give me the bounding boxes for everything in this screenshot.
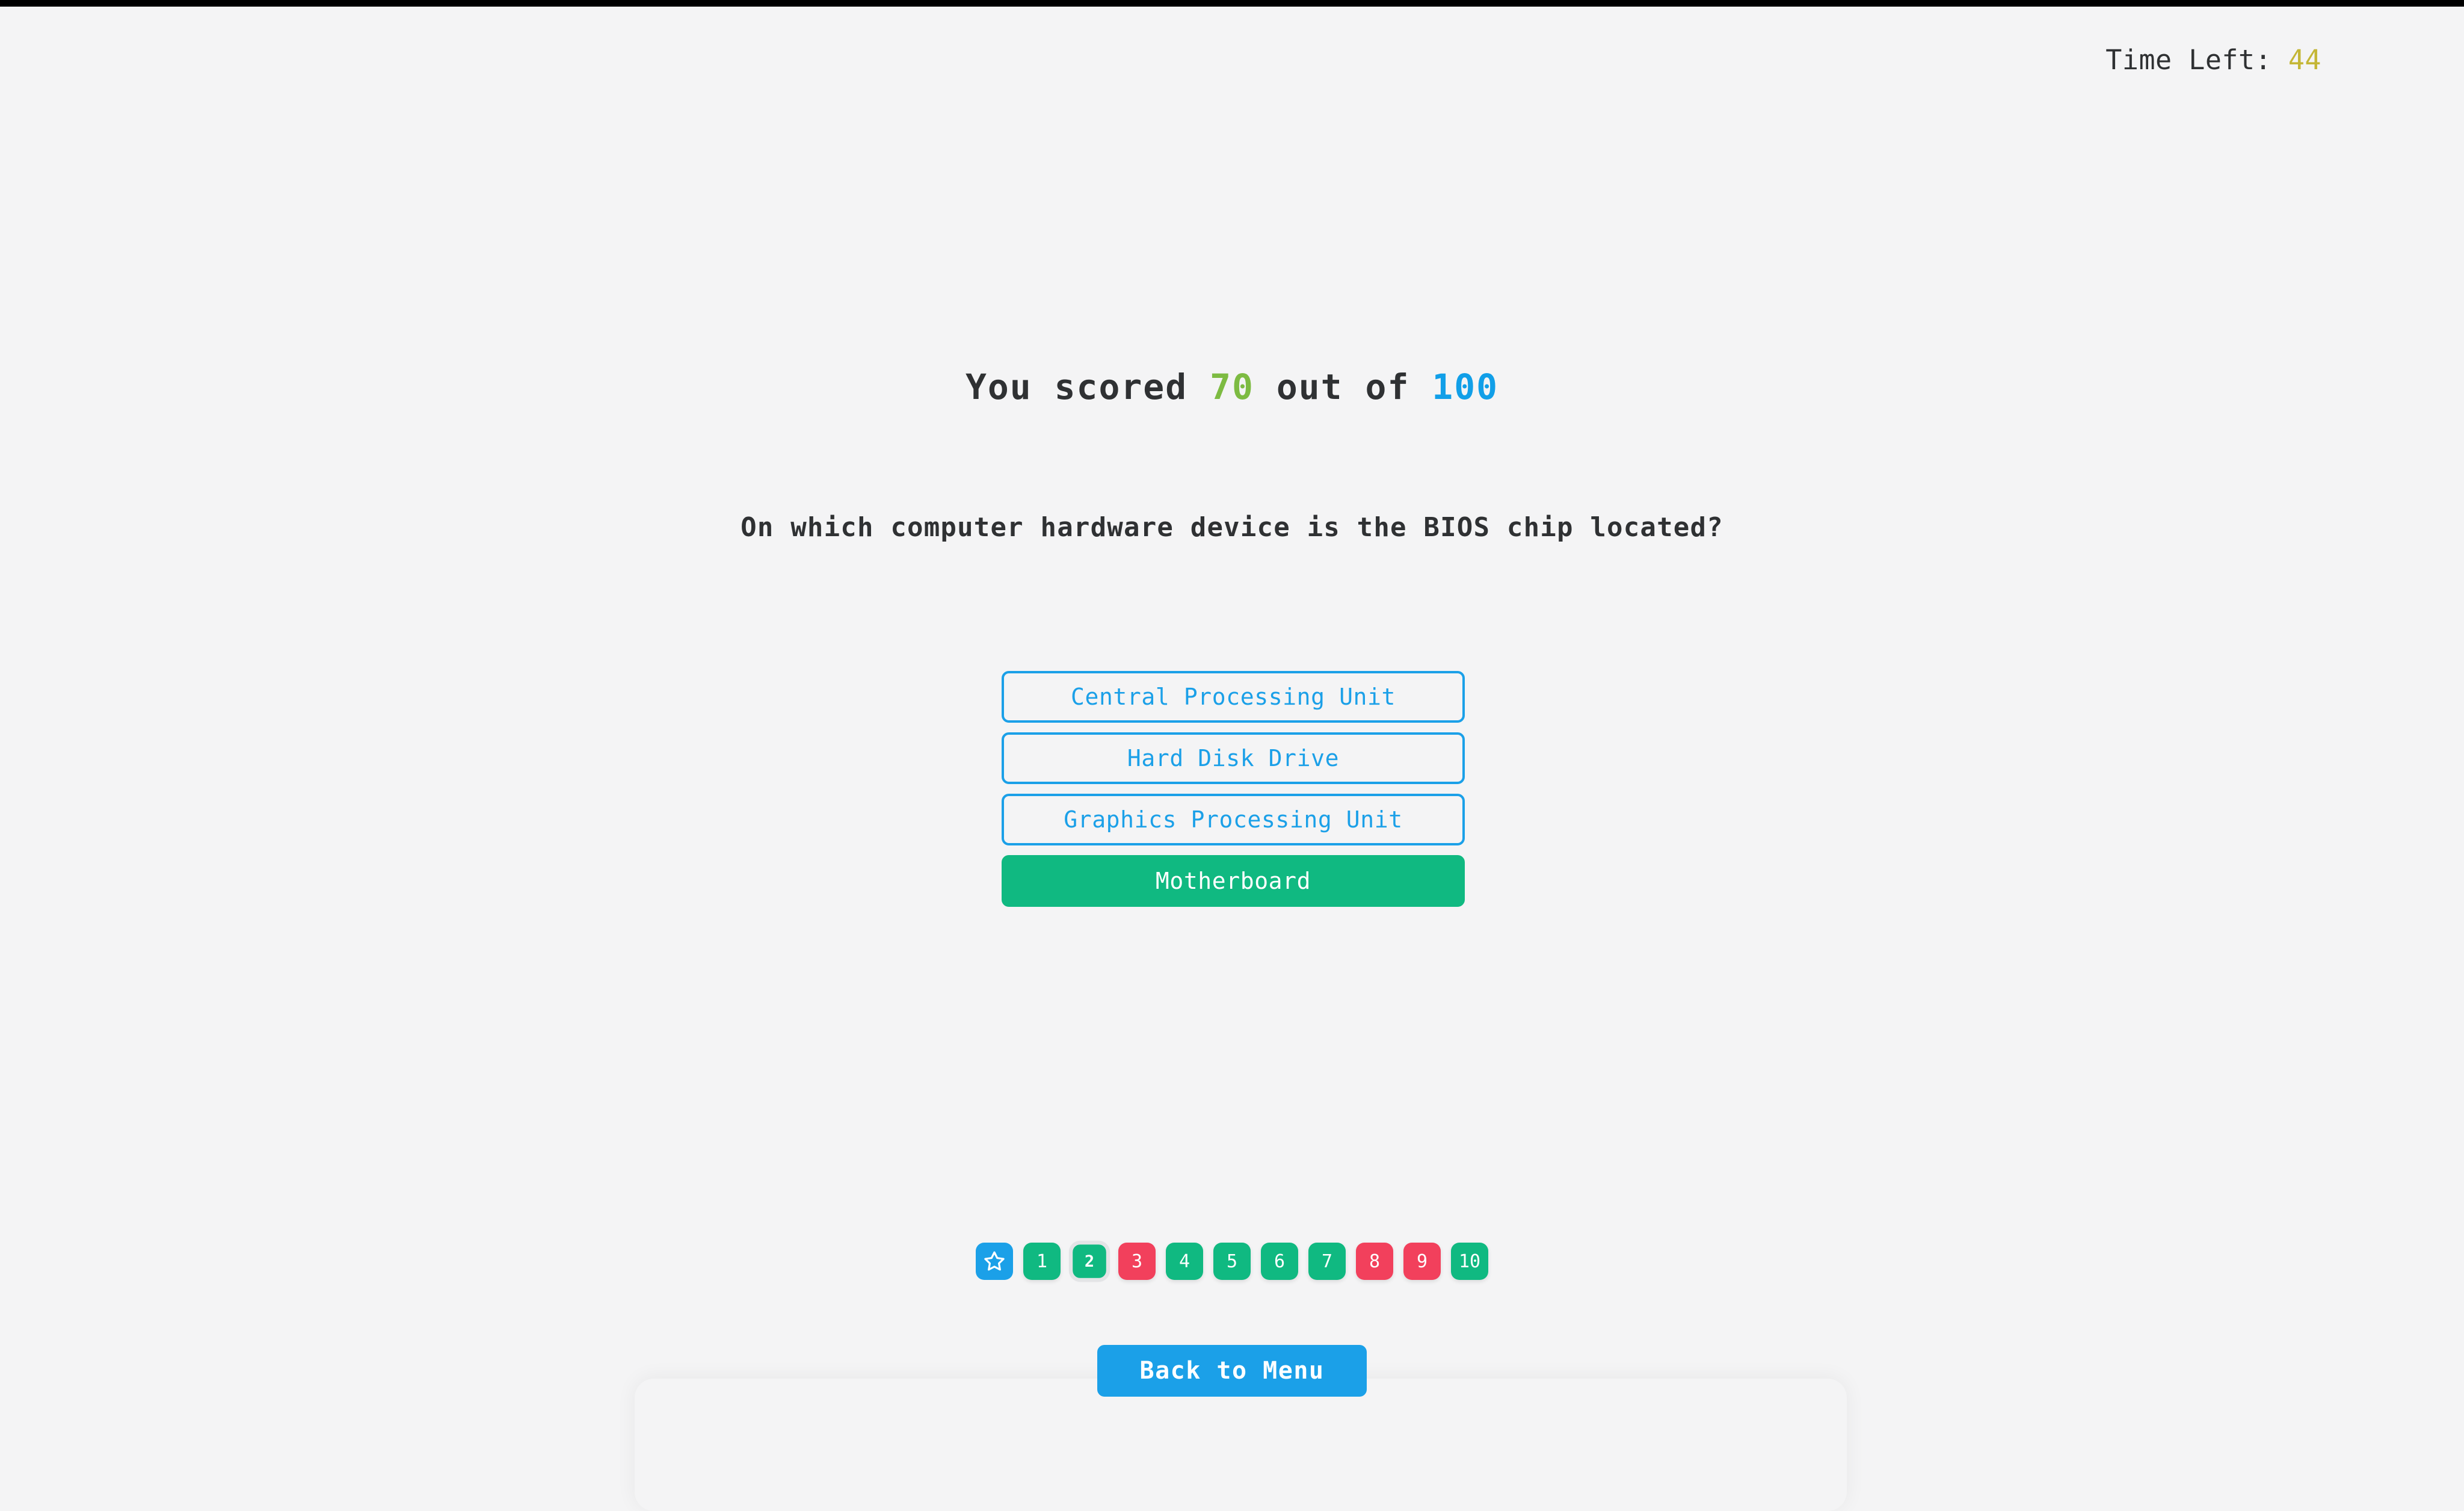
- pagination-star-button[interactable]: [976, 1243, 1013, 1280]
- pagination-item-5[interactable]: 5: [1213, 1243, 1251, 1280]
- time-left-display: Time Left: 44: [2105, 44, 2321, 76]
- pagination-item-6[interactable]: 6: [1261, 1243, 1298, 1280]
- top-black-strip: [0, 0, 2464, 7]
- score-total: 100: [1432, 366, 1499, 407]
- question-text: On which computer hardware device is the…: [741, 512, 1723, 543]
- pagination-item-8[interactable]: 8: [1356, 1243, 1393, 1280]
- pagination-item-1[interactable]: 1: [1023, 1243, 1061, 1280]
- pagination-item-9[interactable]: 9: [1403, 1243, 1441, 1280]
- answer-option-1[interactable]: Central Processing Unit: [1002, 671, 1465, 723]
- answer-option-3[interactable]: Graphics Processing Unit: [1002, 794, 1465, 845]
- answer-options-list: Central Processing Unit Hard Disk Drive Gr…: [1002, 671, 1465, 907]
- pagination-item-4[interactable]: 4: [1166, 1243, 1203, 1280]
- pagination-item-2[interactable]: 2: [1068, 1240, 1110, 1282]
- answer-option-2[interactable]: Hard Disk Drive: [1002, 732, 1465, 784]
- question-pagination: 1 2 3 4 5 6 7 8 9 10: [0, 1240, 2464, 1282]
- score-headline: You scored 70 out of 100: [0, 366, 2464, 407]
- score-prefix: You scored: [965, 366, 1188, 407]
- quiz-result-page: Time Left: 44 You scored 70 out of 100 O…: [0, 7, 2464, 1511]
- pagination-item-7[interactable]: 7: [1308, 1243, 1346, 1280]
- time-left-label: Time Left:: [2105, 44, 2272, 76]
- pagination-item-3[interactable]: 3: [1118, 1243, 1156, 1280]
- pagination-item-10[interactable]: 10: [1451, 1243, 1488, 1280]
- time-left-value: 44: [2288, 44, 2321, 76]
- score-middle: out of: [1276, 366, 1410, 407]
- score-value: 70: [1210, 366, 1254, 407]
- bottom-sheet-panel: [635, 1379, 1847, 1511]
- star-icon: [984, 1251, 1005, 1271]
- answer-option-4[interactable]: Motherboard: [1002, 855, 1465, 907]
- back-to-menu-button[interactable]: Back to Menu: [1097, 1345, 1367, 1397]
